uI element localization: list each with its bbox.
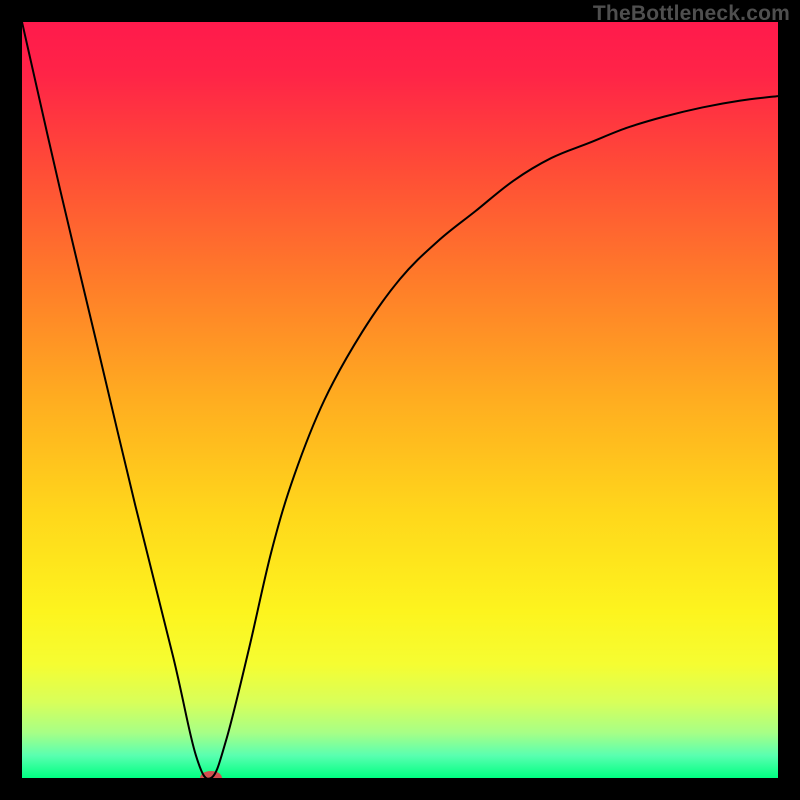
plot-area: [22, 22, 778, 778]
chart-svg: [22, 22, 778, 778]
watermark-text: TheBottleneck.com: [593, 2, 790, 26]
chart-frame: TheBottleneck.com: [0, 0, 800, 800]
gradient-background: [22, 22, 778, 778]
